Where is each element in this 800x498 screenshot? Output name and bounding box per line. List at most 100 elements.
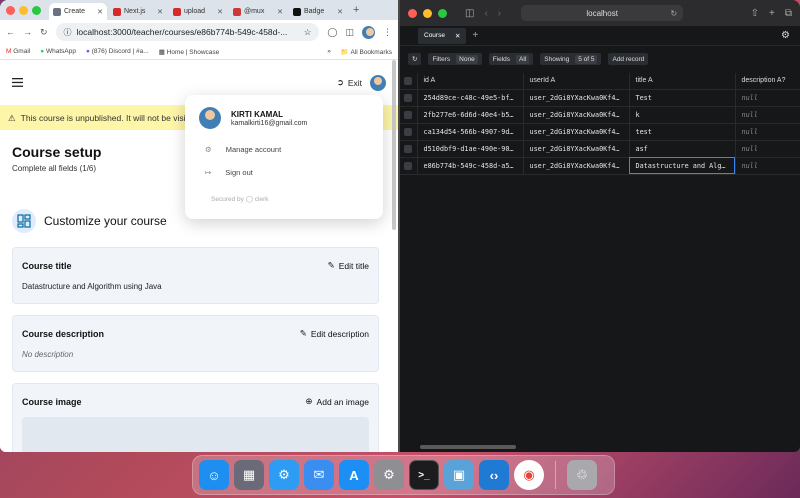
row-checkbox[interactable] — [404, 93, 412, 102]
column-header-id[interactable]: id A — [417, 73, 524, 90]
description-cell[interactable]: null — [735, 157, 800, 175]
title-cell[interactable]: test — [629, 123, 736, 141]
app-store-icon[interactable]: A — [339, 460, 369, 490]
bookmark-discord[interactable]: ● (876) Discord | #a... — [86, 48, 149, 55]
all-bookmarks-link[interactable]: 📁 All Bookmarks — [341, 48, 392, 56]
share-icon[interactable]: ⇧ — [751, 8, 759, 19]
tab-close-icon[interactable]: ✕ — [97, 8, 103, 16]
safari-icon[interactable]: ⚙ — [269, 460, 299, 490]
title-cell[interactable]: k — [629, 106, 736, 124]
forward-icon[interactable]: › — [498, 8, 501, 19]
new-tab-icon[interactable]: + — [353, 4, 359, 16]
table-row[interactable]: 2fb277e6-6d6d-40e4-b5… user_2dGi8YXacKwa0… — [400, 106, 800, 124]
title-cell[interactable]: Datastructure and Alg… — [629, 157, 736, 175]
tab-overview-icon[interactable]: ⧉ — [785, 8, 792, 19]
hamburger-menu-icon[interactable] — [12, 78, 23, 87]
column-header-description[interactable]: description A? — [735, 73, 800, 90]
trash-icon[interactable]: ♲ — [567, 460, 597, 490]
edit-title-button[interactable]: ✎ Edit title — [328, 260, 369, 271]
id-cell[interactable]: 254d89ce-c48c-49e5-bf… — [417, 89, 524, 107]
chrome-tab-3[interactable]: upload ✕ — [169, 3, 227, 20]
row-checkbox[interactable] — [404, 127, 412, 136]
bookmark-showcase[interactable]: ▦ Home | Showcase — [159, 48, 220, 56]
add-record-button[interactable]: Add record — [608, 53, 649, 65]
select-all-cell[interactable] — [400, 73, 418, 90]
maximize-window-button[interactable] — [32, 5, 41, 15]
extensions-icon[interactable]: ◯ — [327, 27, 337, 38]
new-tab-icon[interactable]: + — [769, 8, 775, 19]
launchpad-icon[interactable]: ▦ — [234, 460, 264, 490]
safari-address-bar[interactable]: localhost ↻ — [521, 5, 684, 21]
id-cell[interactable]: d510dbf9-d1ae-490e-90… — [417, 140, 524, 158]
forward-icon[interactable]: → — [23, 27, 32, 37]
select-all-checkbox[interactable] — [404, 76, 412, 85]
row-select-cell[interactable] — [400, 140, 418, 158]
row-select-cell[interactable] — [400, 157, 418, 175]
terminal-icon[interactable]: >_ — [409, 460, 439, 490]
bookmark-gmail[interactable]: M Gmail — [6, 48, 30, 55]
chrome-icon[interactable]: ◉ — [514, 460, 544, 490]
userid-cell[interactable]: user_2dGi8YXacKwa0Kf4… — [523, 123, 630, 141]
back-icon[interactable]: ‹ — [484, 8, 487, 19]
userid-cell[interactable]: user_2dGi8YXacKwa0Kf4… — [523, 89, 630, 107]
showing-button[interactable]: Showing 5 of 5 — [540, 53, 602, 65]
add-tab-icon[interactable]: + — [472, 30, 478, 41]
bookmark-whatsapp[interactable]: ● WhatsApp — [40, 48, 76, 55]
row-select-cell[interactable] — [400, 106, 418, 124]
close-window-button[interactable] — [6, 5, 15, 15]
close-icon[interactable]: ✕ — [455, 32, 460, 40]
bookmark-star-icon[interactable]: ☆ — [304, 27, 312, 38]
manage-account-button[interactable]: ⚙ Manage account — [205, 145, 369, 154]
back-icon[interactable]: ← — [6, 27, 15, 37]
mail-icon[interactable]: ✉ — [304, 460, 334, 490]
row-select-cell[interactable] — [400, 123, 418, 141]
column-header-userid[interactable]: userId A — [523, 73, 630, 90]
table-row[interactable]: ca134d54-566b-4907-9d… user_2dGi8YXacKwa0… — [400, 123, 800, 141]
sidebar-toggle-icon[interactable]: ◫ — [465, 8, 474, 19]
add-image-button[interactable]: ⊕ Add an image — [305, 396, 369, 407]
vscode-icon[interactable]: ‹› — [479, 460, 509, 490]
tab-close-icon[interactable]: ✕ — [157, 8, 163, 16]
address-bar[interactable]: ⓘ localhost:3000/teacher/courses/e86b774… — [55, 23, 320, 41]
userid-cell[interactable]: user_2dGi8YXacKwa0Kf4… — [523, 106, 630, 124]
more-bookmarks-icon[interactable]: » — [327, 48, 331, 55]
table-horizontal-scrollbar[interactable] — [420, 445, 516, 449]
exit-button[interactable]: ➲ Exit — [337, 77, 362, 88]
filters-button[interactable]: Filters None — [428, 53, 482, 65]
description-cell[interactable]: null — [735, 140, 800, 158]
title-cell[interactable]: Test — [629, 89, 736, 107]
chrome-tab-5[interactable]: Badge ✕ — [289, 3, 347, 20]
reload-icon[interactable]: ↻ — [40, 27, 48, 38]
description-cell[interactable]: null — [735, 106, 800, 124]
side-panel-icon[interactable]: ◫ — [345, 27, 354, 38]
id-cell[interactable]: e86b774b-549c-458d-a5… — [417, 157, 524, 175]
row-checkbox[interactable] — [404, 144, 412, 153]
table-row[interactable]: 254d89ce-c48c-49e5-bf… user_2dGi8YXacKwa0… — [400, 89, 800, 107]
minimize-window-button[interactable] — [19, 5, 28, 15]
table-row[interactable]: d510dbf9-d1ae-490e-90… user_2dGi8YXacKwa0… — [400, 140, 800, 158]
chrome-tab-4[interactable]: @mux ✕ — [229, 3, 287, 20]
reload-icon[interactable]: ↻ — [670, 9, 677, 18]
profile-avatar[interactable] — [362, 25, 375, 39]
user-avatar-button[interactable] — [370, 74, 386, 91]
finder-icon[interactable]: ☺ — [199, 460, 229, 490]
minimize-window-button[interactable] — [423, 8, 432, 18]
id-cell[interactable]: ca134d54-566b-4907-9d… — [417, 123, 524, 141]
maximize-window-button[interactable] — [438, 8, 447, 18]
userid-cell[interactable]: user_2dGi8YXacKwa0Kf4… — [523, 157, 630, 175]
column-header-title[interactable]: title A — [629, 73, 736, 90]
fields-button[interactable]: Fields All — [488, 53, 534, 65]
table-row[interactable]: e86b774b-549c-458d-a5… user_2dGi8YXacKwa0… — [400, 157, 800, 175]
page-scrollbar[interactable] — [392, 60, 396, 230]
userid-cell[interactable]: user_2dGi8YXacKwa0Kf4… — [523, 140, 630, 158]
close-window-button[interactable] — [408, 8, 417, 18]
row-checkbox[interactable] — [404, 161, 412, 170]
chrome-tab-1[interactable]: Create ✕ — [49, 3, 107, 20]
edit-description-button[interactable]: ✎ Edit description — [300, 328, 369, 339]
refresh-button[interactable]: ↻ — [408, 53, 422, 65]
sign-out-button[interactable]: ↦ Sign out — [205, 168, 369, 177]
tab-course[interactable]: Course ✕ — [418, 27, 467, 44]
tab-close-icon[interactable]: ✕ — [337, 8, 343, 16]
description-cell[interactable]: null — [735, 123, 800, 141]
id-cell[interactable]: 2fb277e6-6d6d-40e4-b5… — [417, 106, 524, 124]
